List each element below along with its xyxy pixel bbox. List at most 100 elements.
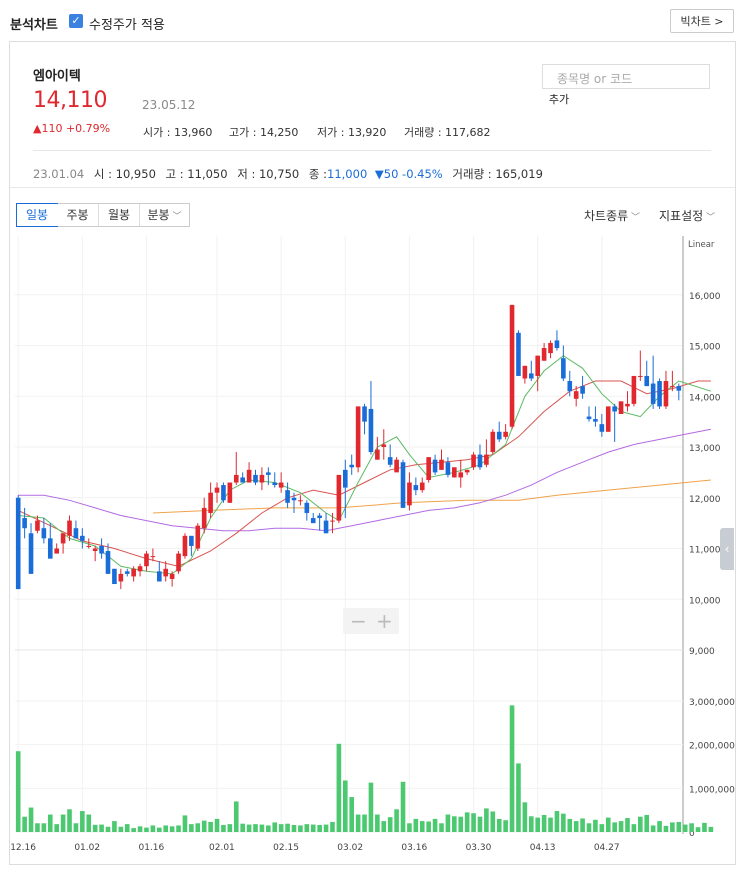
- tab-minute[interactable]: 분봉 ﹀: [140, 204, 189, 226]
- volume-tick-label: 3,000,000: [689, 698, 735, 708]
- candle-body: [105, 551, 111, 574]
- stock-search-input[interactable]: 종목명 or 코드: [542, 64, 710, 89]
- volume-bar: [516, 763, 521, 832]
- volume-bar: [35, 823, 40, 832]
- candle-body: [400, 462, 406, 508]
- candle-body: [201, 507, 207, 529]
- candle-body: [349, 464, 355, 468]
- candle-body: [35, 520, 40, 531]
- candle-body: [54, 548, 59, 554]
- hover-volume: 거래량 : 165,019: [452, 167, 543, 181]
- volume-bar: [208, 821, 213, 832]
- candle-body: [233, 474, 239, 483]
- volume-bar: [22, 816, 27, 832]
- zoom-in-icon[interactable]: +: [376, 609, 393, 633]
- x-tick-label: 03.16: [401, 843, 427, 853]
- volume-bar: [413, 818, 419, 832]
- x-tick-label: 02.01: [209, 843, 235, 853]
- tab-weekly[interactable]: 주봉: [57, 204, 99, 226]
- candle-body: [272, 482, 278, 486]
- volume-bar: [599, 824, 605, 832]
- candle-body: [413, 485, 419, 491]
- candle-body: [323, 520, 329, 534]
- volume-bar: [60, 814, 66, 832]
- candle-body: [73, 528, 79, 539]
- volume-bar: [240, 823, 245, 832]
- volume-bar: [47, 814, 53, 832]
- candle-body: [663, 381, 669, 407]
- volume-bar: [618, 821, 624, 832]
- candle-body: [426, 457, 431, 480]
- volume-bar: [259, 824, 265, 832]
- volume-bar: [80, 811, 85, 832]
- tab-monthly[interactable]: 월봉: [99, 204, 140, 226]
- stock-chart[interactable]: 16,000 15,000 14,000 13,000 12,000 11,000 10,0…: [10, 236, 735, 862]
- volume-bar: [131, 828, 136, 832]
- big-chart-button[interactable]: 빅차트 >: [670, 9, 734, 33]
- y-tick-label: 9,000: [689, 647, 715, 657]
- volume-bar: [631, 824, 637, 832]
- candle-body: [298, 500, 303, 502]
- volume-bar: [670, 822, 675, 832]
- volume-bar: [561, 813, 566, 832]
- volume-bar: [176, 825, 181, 832]
- y-tick-label: 11,000: [689, 546, 721, 556]
- add-stock-button[interactable]: 추가: [542, 89, 576, 110]
- candle-body: [638, 375, 643, 377]
- candle-body: [554, 340, 560, 349]
- candle-body: [445, 462, 451, 475]
- volume-bar: [445, 814, 451, 832]
- candle-body: [670, 386, 675, 388]
- candle-body: [605, 406, 611, 432]
- candle-body: [163, 568, 169, 577]
- volume-bar: [638, 816, 643, 832]
- volume-bar: [458, 816, 464, 832]
- candle-body: [618, 401, 624, 415]
- candle-body: [580, 386, 585, 394]
- adjusted-price-checkbox[interactable]: ✓: [69, 14, 83, 28]
- hover-low: 저 : 10,750: [237, 167, 300, 181]
- chart-type-menu[interactable]: 차트종류 ﹀: [584, 207, 640, 224]
- chevron-down-icon: ﹀: [169, 212, 182, 222]
- candle-body: [41, 528, 47, 539]
- volume-value: 거래량 : 117,682: [404, 126, 491, 139]
- candle-body: [80, 535, 85, 541]
- volume-bar: [695, 827, 701, 832]
- volume-bar: [246, 824, 252, 832]
- hover-close-label: 종 :: [308, 167, 328, 181]
- volume-bar: [227, 824, 233, 832]
- candle-body: [169, 573, 175, 579]
- volume-bar: [15, 751, 21, 832]
- volume-bar: [477, 816, 483, 832]
- tab-minute-label: 분봉: [147, 208, 170, 222]
- tab-daily[interactable]: 일봉: [16, 203, 58, 227]
- volume-bar: [278, 824, 284, 832]
- period-tabs: 일봉 주봉 월봉 분봉 ﹀: [16, 203, 190, 227]
- volume-bar: [528, 816, 534, 832]
- candle-body: [657, 381, 662, 407]
- candle-body: [124, 571, 130, 574]
- quote-date: 23.05.12: [142, 98, 196, 112]
- candle-body: [496, 431, 502, 440]
- volume-bar: [330, 821, 335, 832]
- candle-body: [253, 474, 258, 483]
- volume-bar: [464, 812, 470, 832]
- volume-bar: [195, 823, 201, 832]
- indicator-menu[interactable]: 지표설정 ﹀: [659, 207, 715, 224]
- volume-bar: [439, 823, 444, 832]
- zoom-out-icon[interactable]: −: [350, 609, 367, 633]
- candle-body: [567, 381, 573, 392]
- candle-body: [644, 375, 650, 387]
- volume-bar: [612, 822, 617, 832]
- volume-bar: [92, 824, 98, 832]
- x-tick-label: 01.02: [74, 843, 100, 853]
- volume-bar: [285, 823, 290, 832]
- collapse-panel-handle[interactable]: ‹: [720, 528, 734, 570]
- x-tick-label: 04.13: [530, 843, 556, 853]
- stock-name: 엠아이텍: [33, 69, 81, 84]
- candle-body: [266, 472, 271, 475]
- volume-bar: [452, 816, 457, 832]
- volume-bar: [137, 826, 143, 832]
- candle-body: [464, 469, 470, 473]
- volume-bar: [657, 821, 662, 832]
